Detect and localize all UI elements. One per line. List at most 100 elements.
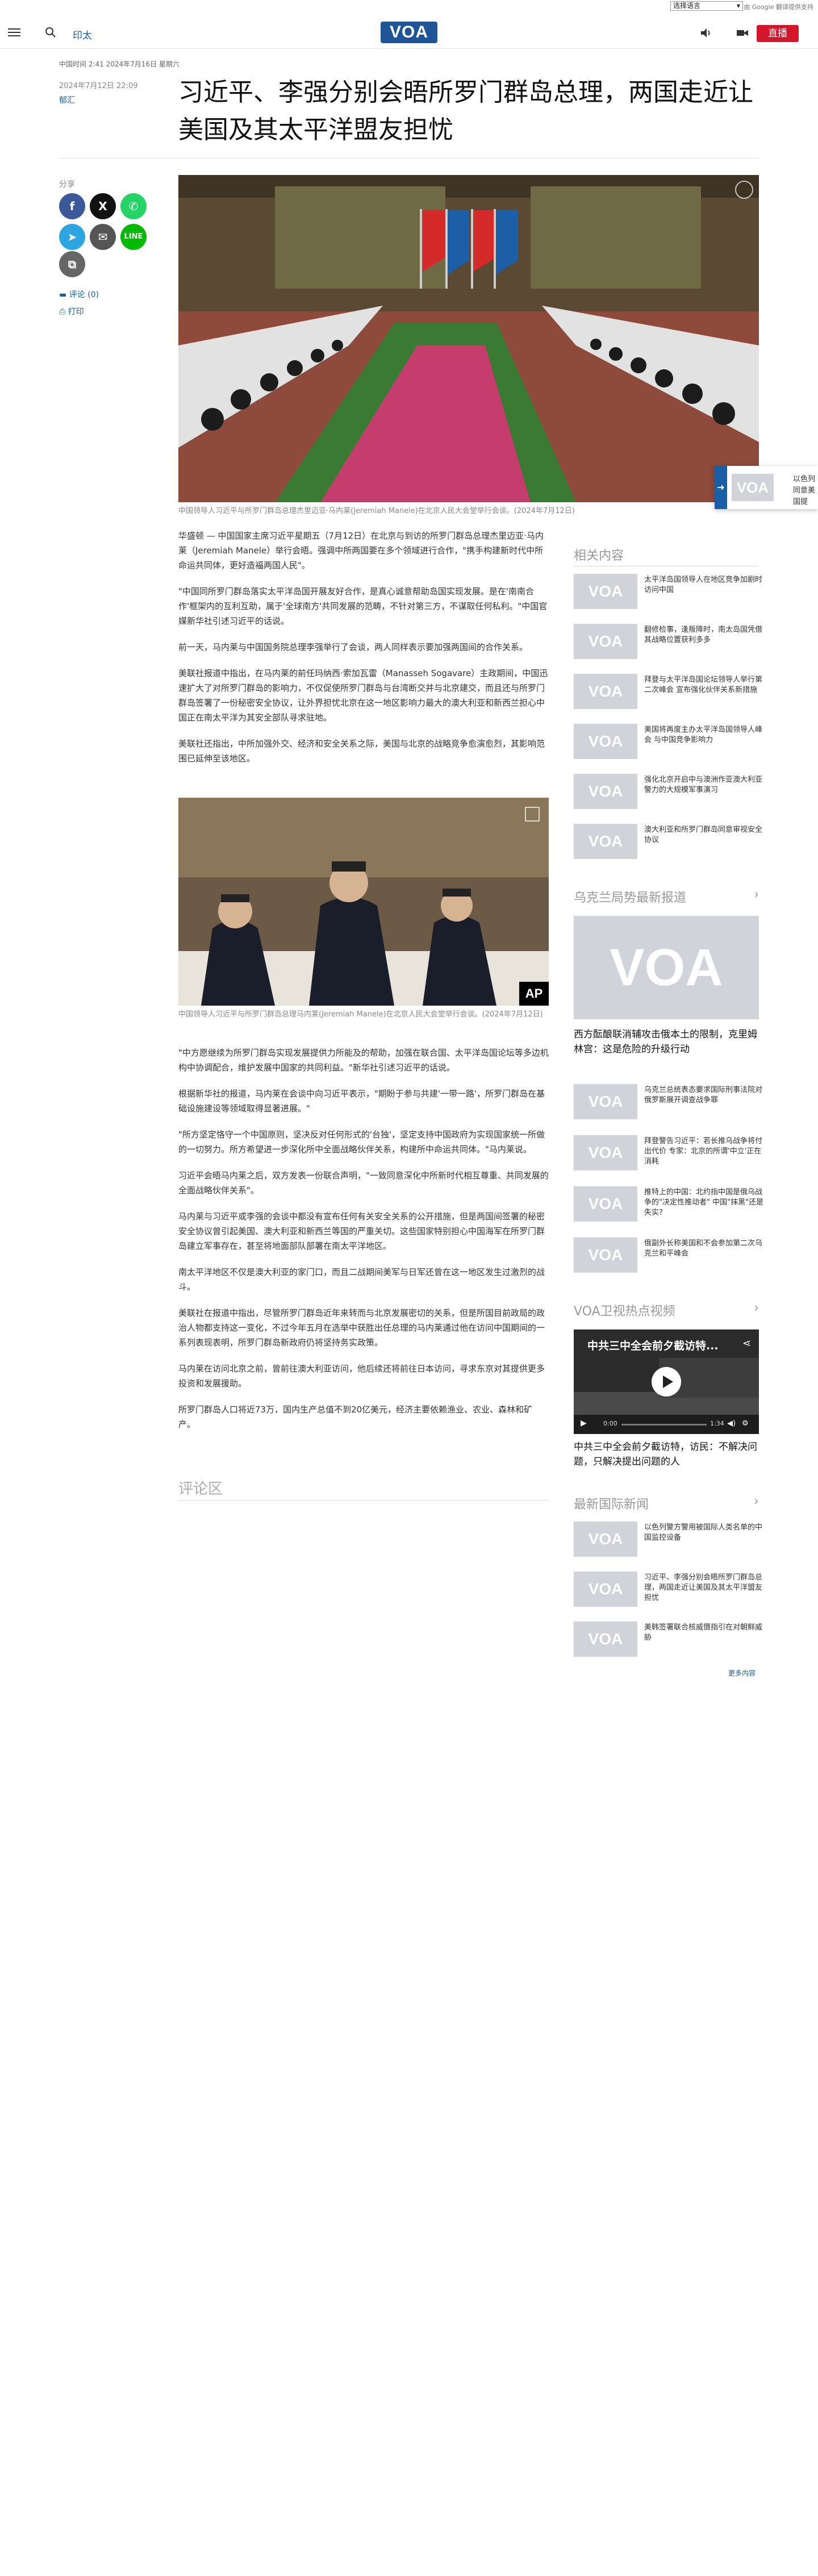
comments-section-title: 评论区	[178, 1481, 223, 1498]
article-paragraph: 美联社还指出，中所加强外交、经济和安全关系之际，美国与北京的战略竞争愈演愈烈，其…	[178, 739, 545, 764]
ukraine-item[interactable]: VOA 俄副外长称美国和不会参加第二次乌克兰和平峰会	[574, 1237, 762, 1277]
related-item[interactable]: VOA 强化北京开启中与澳洲作亚澳大利亚警力的大规模军事演习	[574, 774, 762, 814]
comments-count: 评论 (0)	[69, 290, 99, 299]
voa-logo[interactable]: VOA	[381, 22, 437, 43]
whatsapp-share-icon[interactable]: ✆	[120, 193, 147, 219]
facebook-share-icon[interactable]: f	[59, 193, 85, 219]
video-caption[interactable]: 中共三中全会前夕截访特，访民：不解决问题，只解决提出问题的人	[574, 1440, 759, 1469]
print-label: 打印	[68, 307, 84, 316]
ukraine-title: 乌克兰局势最新报道	[574, 891, 687, 905]
dateline: 中国时间 2:41 2024年7月16日 星期六	[59, 60, 180, 68]
video-player[interactable]: 中共三中全会前夕截访特... ⋖ ▶ 0:00 1:34 ◀) ⚙	[574, 1329, 759, 1434]
breaking-news-popup[interactable]: ➜ VOA 以色列同意美国提	[715, 466, 818, 509]
play-icon[interactable]	[652, 1367, 681, 1397]
related-item[interactable]: VOA 美国将再度主办太平洋岛国领导人峰会 与中国竞争影响力	[574, 724, 762, 764]
intl-list: VOA 以色列警方警用被国际人类名单的中国监控设备 VOA 习近平、李强分别会晤…	[574, 1522, 762, 1664]
volume-icon[interactable]: ◀)	[727, 1419, 736, 1428]
video-elapsed: 0:00	[603, 1420, 617, 1427]
related-item-title[interactable]: 美国将再度主办太平洋岛国领导人峰会 与中国竞争影响力	[644, 725, 765, 745]
line-share-icon[interactable]: LINE	[120, 224, 147, 250]
related-item[interactable]: VOA 翻修检事，逢叛降时，南太岛国凭借其战略位置获利多多	[574, 624, 762, 664]
ukraine-hero-title[interactable]: 西方酝酿联消辅攻击俄本土的限制，克里姆林宫：这是危险的升级行动	[574, 1027, 759, 1057]
popup-headline[interactable]: 以色列同意美国提	[793, 474, 818, 508]
related-item-title[interactable]: 澳大利亚和所罗门群岛同意审视安全协议	[644, 825, 765, 845]
related-item-title[interactable]: 翻修检事，逢叛降时，南太岛国凭借其战略位置获利多多	[644, 625, 765, 645]
video-heading[interactable]: VOA卫视热点视频 ›	[574, 1301, 759, 1319]
expand-icon[interactable]	[735, 181, 753, 199]
x-share-icon[interactable]: X	[90, 193, 116, 219]
intl-heading[interactable]: 最新国际新闻 ›	[574, 1494, 759, 1512]
menu-icon[interactable]	[8, 26, 20, 37]
related-item[interactable]: VOA 太平洋岛国领导人在地区竞争加剧时访问中国	[574, 574, 762, 614]
meeting-hall-photo	[178, 175, 759, 502]
language-select[interactable]: 选择语言 ▾	[670, 1, 743, 11]
arrow-right-icon[interactable]: ➜	[715, 466, 727, 509]
ukraine-item[interactable]: VOA 推特上的中国：北约指中国是俄乌战争的"决定性推动者" 中国"抹黑"还是失…	[574, 1186, 763, 1226]
intl-item-title[interactable]: 美韩签署联合核威慑指引在对朝鲜威胁	[644, 1623, 765, 1643]
copy-link-icon[interactable]: ⧉	[59, 251, 85, 277]
article-paragraph: "所方坚定恪守一个中国原则，坚决反对任何形式的'台独'，坚定支持中国政府为实现国…	[178, 1129, 545, 1154]
voa-thumbnail: VOA	[732, 474, 774, 501]
voa-thumbnail: VOA	[574, 1237, 637, 1273]
ukraine-item[interactable]: VOA 拜登警告习近平：若长推乌战争将付出代价 专家：北京的所谓'中立'正在消耗	[574, 1135, 762, 1175]
volume-icon[interactable]	[700, 27, 712, 39]
related-item-title[interactable]: 太平洋岛国领导人在地区竞争加剧时访问中国	[644, 575, 765, 595]
hero-caption: 中国领导人习近平与所罗门群岛总理杰里迈亚·马内莱(Jeremiah Manele…	[178, 507, 575, 515]
ukraine-heading[interactable]: 乌克兰局势最新报道 ›	[574, 887, 759, 906]
article-paragraph: 所罗门群岛人口将近73万，国内生产总值不到20亿美元，经济主要依赖渔业、农业、森…	[178, 1404, 533, 1429]
voa-thumbnail: VOA	[574, 824, 637, 859]
telegram-share-icon[interactable]: ➤	[59, 224, 85, 250]
ukraine-item-title[interactable]: 乌克兰总统表态要求国际刑事法院对俄罗斯展开调查战争罪	[644, 1085, 765, 1106]
translate-strip: 选择语言 ▾ 由 Google 翻译提供支持	[0, 0, 818, 12]
intl-item-title[interactable]: 以色列警方警用被国际人类名单的中国监控设备	[644, 1523, 765, 1543]
ukraine-item-title[interactable]: 俄副外长称美国和不会参加第二次乌克兰和平峰会	[644, 1239, 765, 1259]
more-link[interactable]: 更多内容	[728, 1668, 756, 1678]
share-icon[interactable]: ⋖	[742, 1337, 751, 1349]
voa-thumbnail: VOA	[574, 1135, 637, 1170]
intl-item[interactable]: VOA 以色列警方警用被国际人类名单的中国监控设备	[574, 1522, 762, 1561]
article-paragraph: 美联社在报道中指出，尽管所罗门群岛近年来转而与北京发展密切的关系，但是所国目前政…	[178, 1308, 545, 1348]
video-progress-bar[interactable]	[621, 1424, 707, 1425]
video-section-title: VOA卫视热点视频	[574, 1304, 675, 1319]
article-paragraph: 前一天，马内莱与中国国务院总理李强举行了会谈，两人同样表示要加强两国间的合作关系…	[178, 642, 528, 652]
article-paragraph: 马内莱在访问北京之前，曾前往澳大利亚访问，他后续还将前往日本访问，寻求东京对其提…	[178, 1364, 545, 1389]
ukraine-item-title[interactable]: 推特上的中国：北约指中国是俄乌战争的"决定性推动者" 中国"抹黑"还是失实?	[644, 1187, 765, 1218]
article-paragraph: 南太平洋地区不仅是澳大利亚的家门口，而且二战期间美军与日军还曾在这一地区发生过激…	[178, 1267, 545, 1292]
comments-link[interactable]: ▬ 评论 (0)	[59, 289, 99, 300]
related-item[interactable]: VOA 澳大利亚和所罗门群岛同意审视安全协议	[574, 824, 762, 864]
intl-item[interactable]: VOA 美韩签署联合核威慑指引在对朝鲜威胁	[574, 1622, 762, 1661]
video-camera-icon[interactable]	[736, 27, 749, 39]
inline-photo-caption: 中国领导人习近平与所罗门群岛总理马内莱(Jeremiah Manele)在北京人…	[178, 1010, 543, 1019]
related-heading: 相关内容	[574, 545, 759, 564]
print-link[interactable]: ⎙ 打印	[59, 306, 84, 317]
comment-icon: ▬	[59, 290, 69, 299]
email-share-icon[interactable]: ✉	[90, 224, 116, 250]
ukraine-item-title[interactable]: 拜登警告习近平：若长推乌战争将付出代价 专家：北京的所谓'中立'正在消耗	[644, 1136, 765, 1167]
live-button[interactable]: 直播	[757, 25, 799, 42]
related-item-title[interactable]: 强化北京开启中与澳洲作亚澳大利亚警力的大规模军事演习	[644, 775, 765, 795]
intl-item[interactable]: VOA 习近平、李强分别会晤所罗门群岛总理，两国走近让美国及其太平洋盟友担忧	[574, 1572, 762, 1611]
voa-thumbnail: VOA	[574, 1084, 637, 1119]
video-duration: 1:34	[710, 1420, 724, 1427]
section-link[interactable]: 印太	[73, 27, 92, 41]
article-paragraph: 习近平会晤马内莱之后，双方发表一份联合声明，"一致同意深化中所新时代相互尊重、共…	[178, 1170, 549, 1195]
search-icon[interactable]	[44, 26, 57, 39]
voa-thumbnail: VOA	[574, 1572, 637, 1607]
google-translate-credit: 由 Google 翻译提供支持	[744, 3, 813, 11]
author-link[interactable]: 郁汇	[59, 94, 75, 106]
language-select-value: 选择语言	[673, 2, 701, 10]
gear-icon[interactable]: ⚙	[742, 1419, 749, 1428]
play-small-icon[interactable]: ▶	[581, 1419, 587, 1428]
ukraine-item[interactable]: VOA 乌克兰总统表态要求国际刑事法院对俄罗斯展开调查战争罪	[574, 1084, 762, 1124]
intl-item-title[interactable]: 习近平、李强分别会晤所罗门群岛总理，两国走近让美国及其太平洋盟友担忧	[644, 1573, 765, 1603]
related-item-title[interactable]: 拜登与太平洋岛国论坛领导人举行第二次峰会 宣布强化伙伴关系新措施	[644, 675, 765, 695]
voa-thumbnail: VOA	[574, 1522, 637, 1557]
related-item[interactable]: VOA 拜登与太平洋岛国论坛领导人举行第二次峰会 宣布强化伙伴关系新措施	[574, 674, 762, 714]
expand-icon[interactable]	[525, 807, 540, 822]
voa-thumbnail[interactable]: VOA	[574, 916, 759, 1019]
article-paragraph: 美联社报道中指出，在马内莱的前任玛纳西·索加瓦雷（Manasseh Sogava…	[178, 668, 548, 723]
article-paragraph: "中方愿继续为所罗门群岛实现发展提供力所能及的帮助，加强在联合国、太平洋岛国论坛…	[178, 1048, 549, 1073]
related-list: VOA 太平洋岛国领导人在地区竞争加剧时访问中国 VOA 翻修检事，逢叛降时，南…	[574, 574, 762, 881]
printer-icon: ⎙	[59, 307, 68, 316]
voa-thumbnail: VOA	[574, 1622, 637, 1657]
